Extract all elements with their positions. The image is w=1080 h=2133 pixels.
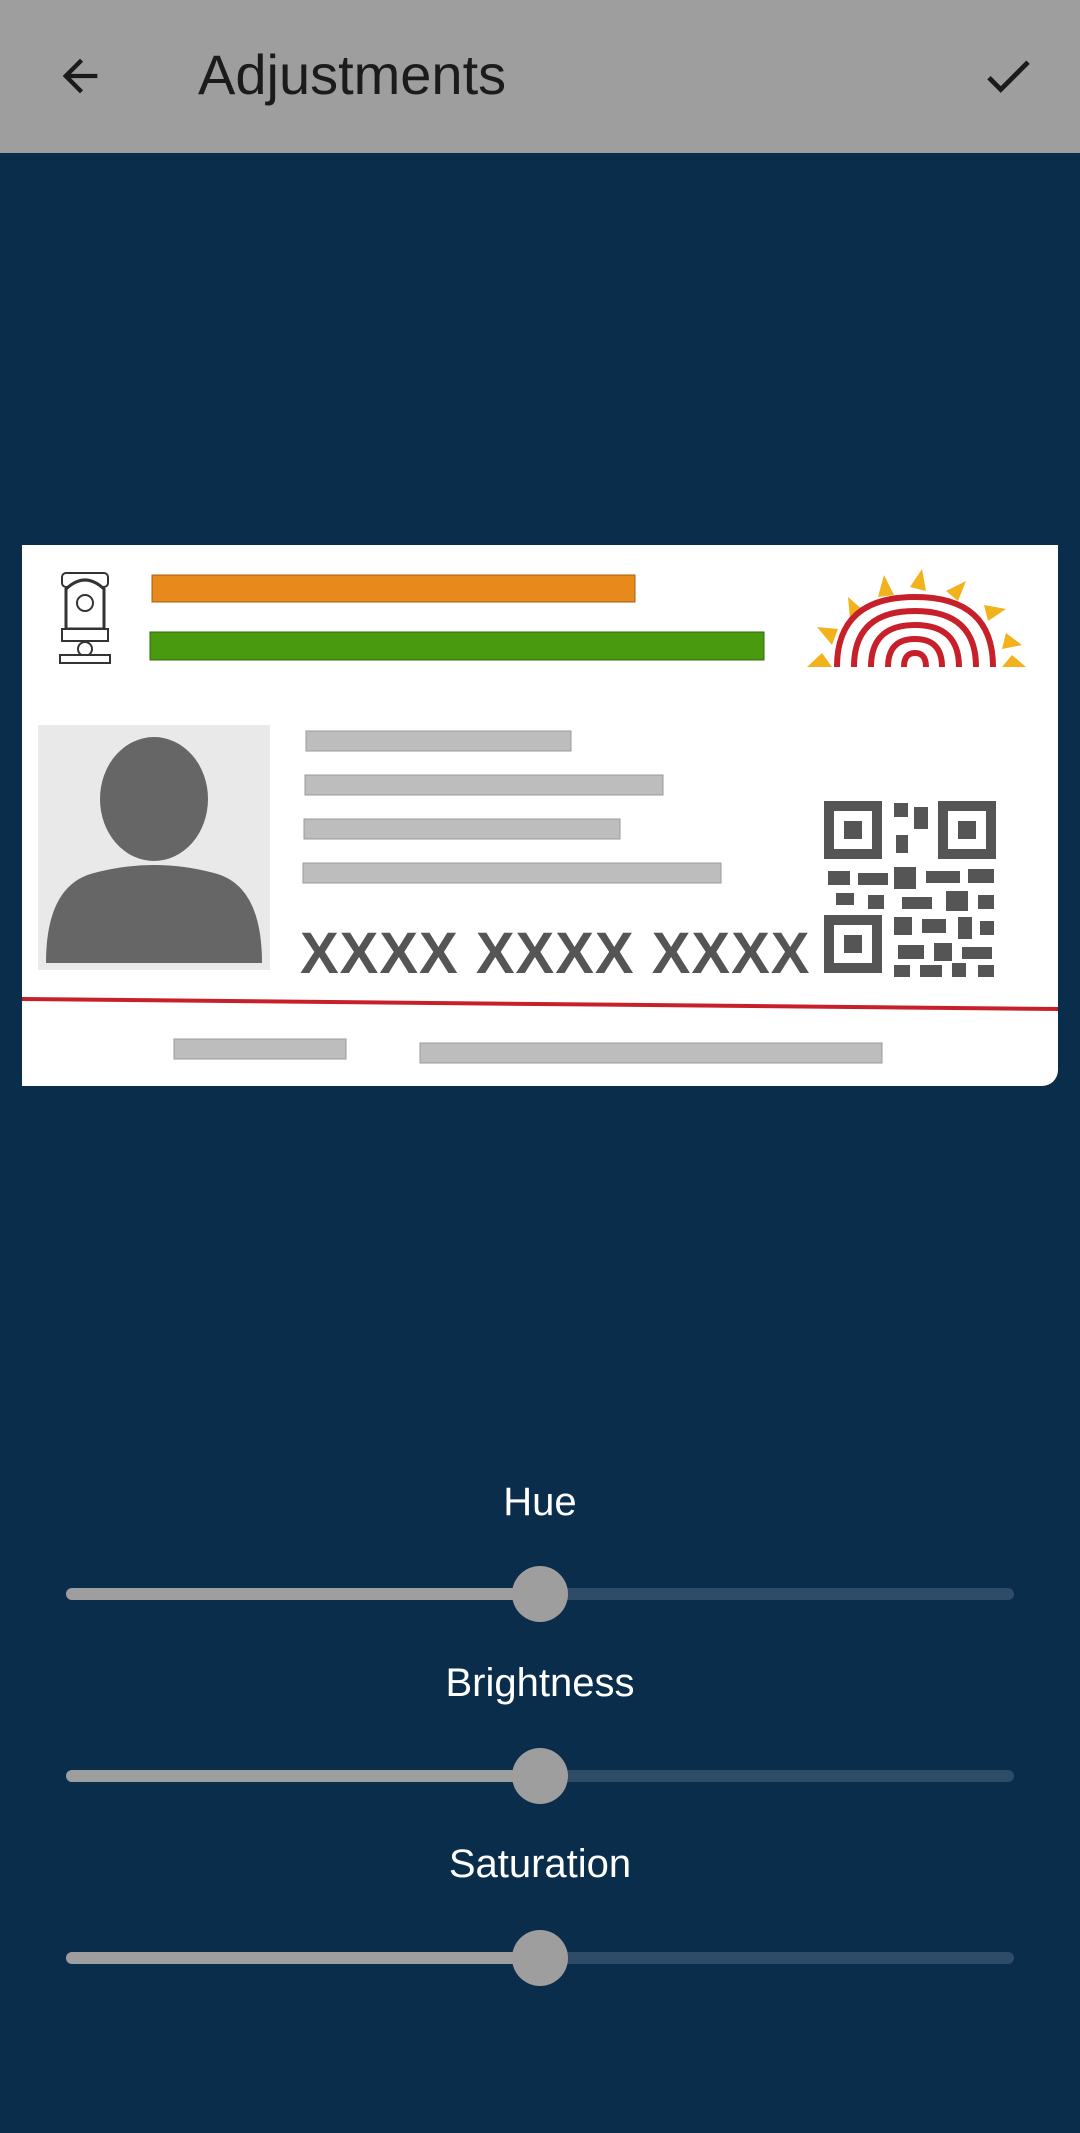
brightness-label: Brightness	[445, 1661, 635, 1705]
fingerprint-logo-icon	[807, 569, 1026, 668]
brightness-slider-thumb[interactable]	[512, 1748, 568, 1804]
confirm-button[interactable]	[968, 36, 1048, 116]
edited-image: XXXX XXXX XXXX	[22, 545, 1058, 1086]
app-bar: Adjustments	[0, 0, 1080, 153]
page-title: Adjustments	[198, 43, 507, 106]
photo-placeholder	[38, 725, 270, 970]
saturation-label: Saturation	[448, 1842, 632, 1886]
aadhaar-number: XXXX XXXX XXXX	[300, 921, 811, 986]
saturation-slider-fill	[66, 1952, 540, 1964]
saturation-slider[interactable]	[66, 1930, 1014, 1986]
hue-slider-thumb[interactable]	[512, 1566, 568, 1622]
check-icon	[987, 60, 1030, 93]
brightness-slider[interactable]	[66, 1748, 1014, 1804]
saturation-slider-thumb[interactable]	[512, 1930, 568, 1986]
hue-label: Hue	[503, 1480, 577, 1524]
hue-slider[interactable]	[66, 1566, 1014, 1622]
hue-slider-fill	[66, 1588, 540, 1600]
emblem-icon	[59, 572, 111, 664]
back-button[interactable]	[40, 36, 120, 116]
arrow-back-icon	[62, 58, 98, 94]
brightness-slider-fill	[66, 1770, 540, 1782]
qr-code	[824, 801, 996, 977]
